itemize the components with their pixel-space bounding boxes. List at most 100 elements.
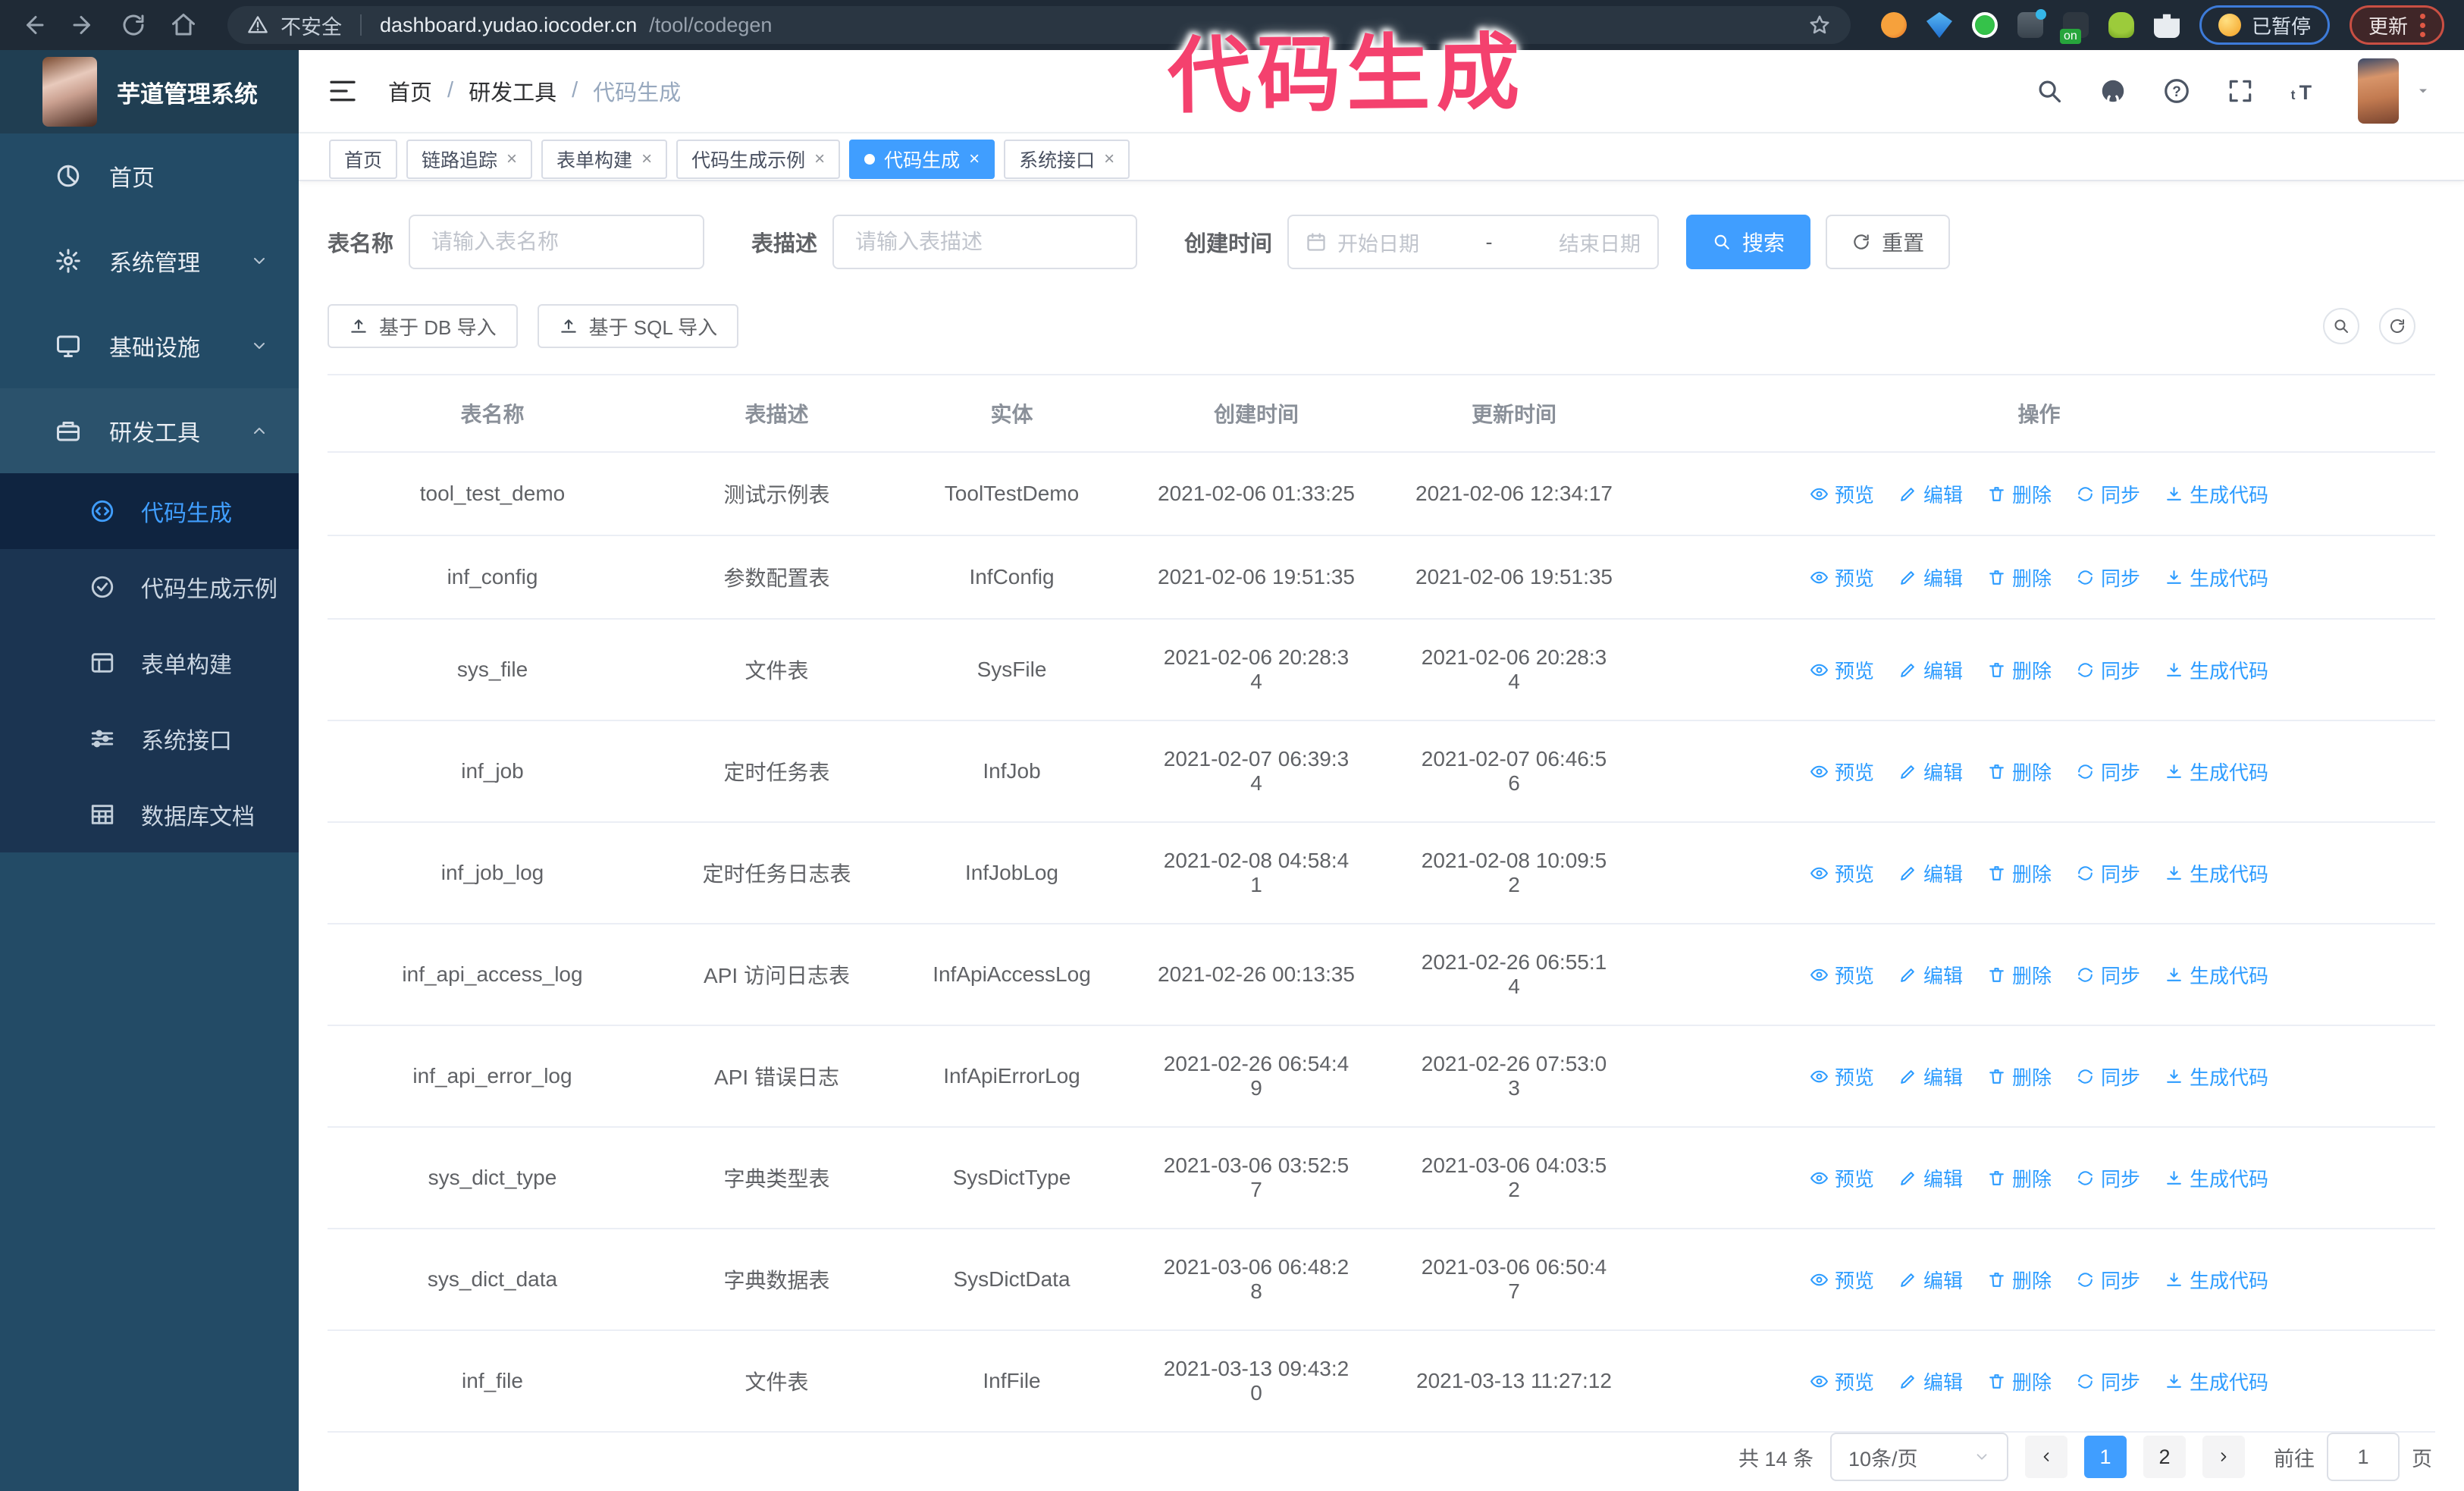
edit-link[interactable]: 编辑	[1898, 961, 1963, 989]
sync-link[interactable]: 同步	[2076, 1367, 2140, 1395]
import-db-button[interactable]: 基于 DB 导入	[328, 304, 518, 349]
edit-link[interactable]: 编辑	[1898, 1266, 1963, 1294]
hamburger-icon[interactable]	[328, 76, 358, 106]
sync-link[interactable]: 同步	[2076, 758, 2140, 786]
user-avatar[interactable]	[2358, 58, 2399, 124]
generate-code-link[interactable]: 生成代码	[2165, 859, 2268, 887]
preview-link[interactable]: 预览	[1810, 961, 1874, 989]
delete-link[interactable]: 删除	[1987, 563, 2052, 592]
tab-codegen-example[interactable]: 代码生成示例	[676, 139, 841, 179]
generate-code-link[interactable]: 生成代码	[2165, 961, 2268, 989]
delete-link[interactable]: 删除	[1987, 859, 2052, 887]
extension-icon[interactable]	[1926, 12, 1952, 38]
fullscreen-icon[interactable]	[2226, 77, 2255, 105]
close-icon[interactable]	[814, 150, 825, 168]
back-icon[interactable]	[20, 11, 47, 39]
bookmark-star-icon[interactable]	[1808, 14, 1831, 36]
close-icon[interactable]	[969, 150, 980, 168]
delete-link[interactable]: 删除	[1987, 656, 2052, 684]
import-sql-button[interactable]: 基于 SQL 导入	[537, 304, 739, 349]
edit-link[interactable]: 编辑	[1898, 1367, 1963, 1395]
sidebar-item-form-builder[interactable]: 表单构建	[0, 625, 299, 701]
sync-link[interactable]: 同步	[2076, 656, 2140, 684]
preview-link[interactable]: 预览	[1810, 480, 1874, 508]
tab-tracing[interactable]: 链路追踪	[406, 139, 533, 179]
preview-link[interactable]: 预览	[1810, 1164, 1874, 1192]
sync-link[interactable]: 同步	[2076, 1164, 2140, 1192]
edit-link[interactable]: 编辑	[1898, 563, 1963, 592]
extensions-puzzle-icon[interactable]	[2153, 14, 2180, 38]
sidebar-item-home[interactable]: 首页	[0, 133, 299, 218]
delete-link[interactable]: 删除	[1987, 1164, 2052, 1192]
extension-icon[interactable]	[2017, 9, 2046, 38]
edit-link[interactable]: 编辑	[1898, 758, 1963, 786]
breadcrumb-home[interactable]: 首页	[388, 75, 432, 107]
breadcrumb-devtools[interactable]: 研发工具	[469, 75, 556, 107]
delete-link[interactable]: 删除	[1987, 1063, 2052, 1091]
preview-link[interactable]: 预览	[1810, 1063, 1874, 1091]
page-button-1[interactable]: 1	[2084, 1436, 2127, 1479]
sync-link[interactable]: 同步	[2076, 859, 2140, 887]
url-bar[interactable]: 不安全 dashboard.yudao.iocoder.cn/tool/code…	[227, 6, 1851, 44]
sync-link[interactable]: 同步	[2076, 563, 2140, 592]
extension-icon[interactable]: on	[2059, 12, 2089, 44]
page-size-select[interactable]: 10条/页	[1830, 1433, 2008, 1482]
sync-link[interactable]: 同步	[2076, 1063, 2140, 1091]
close-icon[interactable]	[1104, 150, 1114, 168]
table-name-input[interactable]	[409, 215, 705, 270]
next-page-button[interactable]	[2202, 1436, 2245, 1479]
forward-icon[interactable]	[70, 11, 97, 39]
preview-link[interactable]: 预览	[1810, 656, 1874, 684]
sidebar-item-infra[interactable]: 基础设施	[0, 303, 299, 388]
prev-page-button[interactable]	[2025, 1436, 2067, 1479]
date-range-picker[interactable]: 开始日期 - 结束日期	[1287, 215, 1660, 270]
preview-link[interactable]: 预览	[1810, 563, 1874, 592]
extension-icon[interactable]	[2108, 12, 2134, 38]
search-icon[interactable]	[2035, 77, 2064, 105]
caret-down-icon[interactable]	[2415, 83, 2431, 99]
search-button[interactable]: 搜索	[1686, 215, 1811, 270]
close-icon[interactable]	[641, 150, 652, 168]
goto-page-input[interactable]	[2327, 1433, 2400, 1482]
generate-code-link[interactable]: 生成代码	[2165, 656, 2268, 684]
generate-code-link[interactable]: 生成代码	[2165, 480, 2268, 508]
preview-link[interactable]: 预览	[1810, 758, 1874, 786]
delete-link[interactable]: 删除	[1987, 1266, 2052, 1294]
edit-link[interactable]: 编辑	[1898, 656, 1963, 684]
preview-link[interactable]: 预览	[1810, 859, 1874, 887]
preview-link[interactable]: 预览	[1810, 1266, 1874, 1294]
reset-button[interactable]: 重置	[1826, 215, 1951, 270]
page-button-2[interactable]: 2	[2143, 1436, 2186, 1479]
sidebar-item-devtools[interactable]: 研发工具	[0, 388, 299, 473]
generate-code-link[interactable]: 生成代码	[2165, 1164, 2268, 1192]
sidebar-item-system[interactable]: 系统管理	[0, 218, 299, 303]
tab-form-builder[interactable]: 表单构建	[541, 139, 668, 179]
github-icon[interactable]	[2099, 77, 2127, 105]
sync-link[interactable]: 同步	[2076, 961, 2140, 989]
tab-home[interactable]: 首页	[329, 139, 398, 179]
edit-link[interactable]: 编辑	[1898, 1063, 1963, 1091]
sidebar-item-codegen-example[interactable]: 代码生成示例	[0, 549, 299, 625]
generate-code-link[interactable]: 生成代码	[2165, 1063, 2268, 1091]
refresh-table-button[interactable]	[2379, 308, 2415, 345]
generate-code-link[interactable]: 生成代码	[2165, 1367, 2268, 1395]
generate-code-link[interactable]: 生成代码	[2165, 563, 2268, 592]
sidebar-item-system-api[interactable]: 系统接口	[0, 701, 299, 777]
table-desc-input[interactable]	[832, 215, 1138, 270]
home-icon[interactable]	[170, 11, 197, 39]
extension-icon[interactable]	[1971, 12, 1998, 38]
font-size-icon[interactable]: tT	[2290, 77, 2318, 105]
edit-link[interactable]: 编辑	[1898, 859, 1963, 887]
reload-icon[interactable]	[120, 11, 147, 39]
sync-link[interactable]: 同步	[2076, 480, 2140, 508]
edit-link[interactable]: 编辑	[1898, 480, 1963, 508]
tab-codegen[interactable]: 代码生成	[849, 139, 995, 179]
tab-system-api[interactable]: 系统接口	[1004, 139, 1130, 179]
delete-link[interactable]: 删除	[1987, 480, 2052, 508]
preview-link[interactable]: 预览	[1810, 1367, 1874, 1395]
generate-code-link[interactable]: 生成代码	[2165, 1266, 2268, 1294]
help-icon[interactable]: ?	[2162, 77, 2191, 105]
sidebar-item-codegen[interactable]: 代码生成	[0, 473, 299, 549]
browser-update-button[interactable]: 更新	[2349, 5, 2444, 45]
generate-code-link[interactable]: 生成代码	[2165, 758, 2268, 786]
